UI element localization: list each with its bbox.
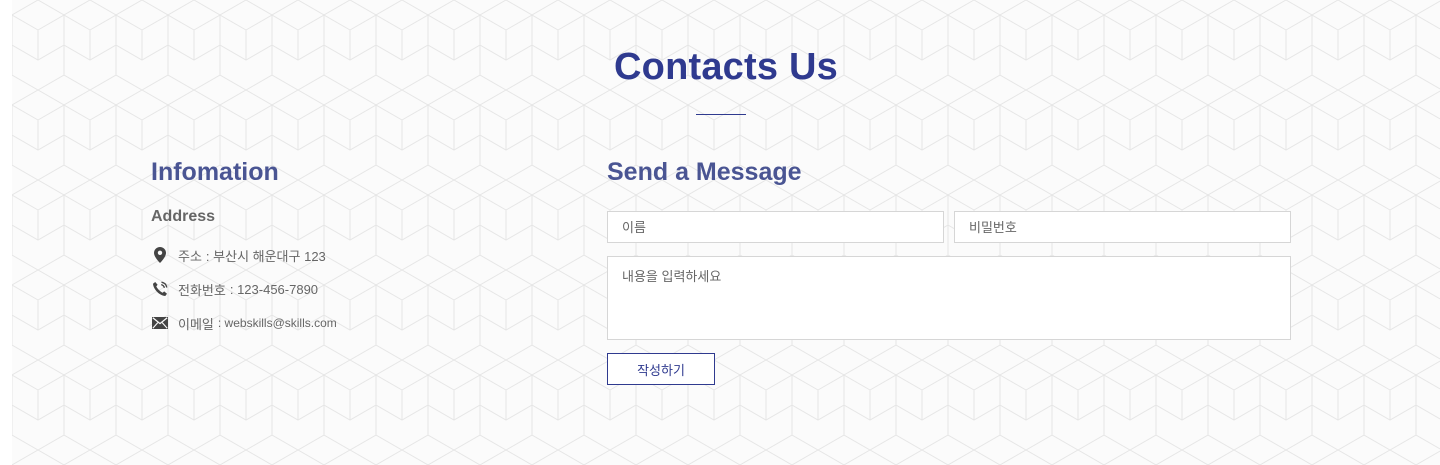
message-form-column: Send a Message 작성하기 [607,158,1291,385]
page-title: Contacts Us [614,46,838,88]
info-item-phone: 전화번호 : 123-456-7890 [151,272,551,306]
password-input[interactable] [954,211,1291,243]
name-input[interactable] [607,211,944,243]
message-form: 작성하기 [607,211,1291,385]
address-label: 주소 [178,248,202,264]
message-textarea[interactable] [607,256,1291,340]
information-column: Infomation Address 주소 : 부산시 해운대구 123 전화번… [151,158,551,340]
information-heading: Infomation [151,158,279,186]
submit-button[interactable]: 작성하기 [607,353,715,385]
title-underline [696,114,746,115]
address-value: : 부산시 해운대구 123 [205,248,326,264]
contact-section: Contacts Us Infomation Address 주소 : 부산시 … [12,0,1440,465]
address-heading: Address [151,208,216,225]
contact-info-list: 주소 : 부산시 해운대구 123 전화번호 : 123-456-7890 이메… [151,238,551,340]
info-item-address: 주소 : 부산시 해운대구 123 [151,238,551,272]
email-label: 이메일 [178,316,214,332]
phone-value: : 123-456-7890 [229,281,319,297]
phone-label: 전화번호 [178,282,226,298]
email-value: : webskills@skills.com [217,316,337,330]
form-row-credentials [607,211,1291,243]
envelope-icon [151,314,169,332]
send-message-heading: Send a Message [607,158,802,186]
phone-icon [151,280,169,298]
location-pin-icon [151,246,169,264]
info-item-email: 이메일 : webskills@skills.com [151,306,551,340]
